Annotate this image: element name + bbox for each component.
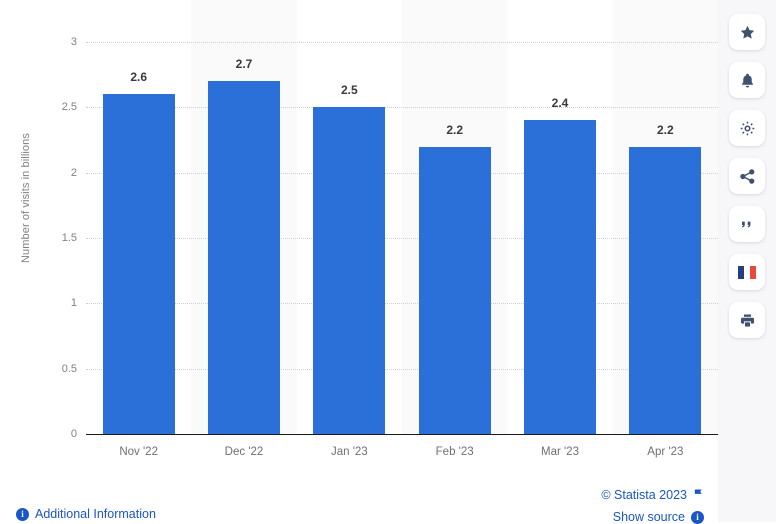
y-axis-tick-label: 0.5 xyxy=(61,362,77,375)
share-button[interactable] xyxy=(729,158,765,194)
bar-slot: 2.5 xyxy=(297,42,402,434)
plot-area: 0 0.5 1 1.5 2 2.5 3 2.6 2.7 2.5 2.2 2.4 2.2 Nov '22… xyxy=(62,0,718,458)
x-axis-tick-label: Dec '22 xyxy=(224,446,264,458)
y-axis-tick-label: 3 xyxy=(70,36,77,48)
x-axis-tick-label: Mar '23 xyxy=(540,446,579,458)
y-axis-tick-label: 1 xyxy=(70,297,77,310)
action-sidebar xyxy=(718,0,776,522)
share-icon xyxy=(739,168,756,185)
info-icon: i xyxy=(16,507,29,521)
bar[interactable] xyxy=(313,107,386,434)
bar[interactable] xyxy=(102,94,175,434)
bell-icon xyxy=(739,72,756,89)
copyright-label: © Statista 2023 xyxy=(601,488,687,502)
bar-slot: 2.7 xyxy=(191,42,296,434)
y-axis-tick-label: 1.5 xyxy=(61,232,77,244)
x-axis-tick-label: Feb '23 xyxy=(435,446,474,458)
bar-value-label: 2.2 xyxy=(656,122,674,137)
bar-value-label: 2.2 xyxy=(446,122,463,137)
citation-quote-button[interactable] xyxy=(729,206,765,242)
bar[interactable] xyxy=(418,146,491,434)
y-axis-tick-label: 2 xyxy=(70,166,77,179)
additional-information-label: Additional Information xyxy=(35,507,156,521)
quote-icon xyxy=(739,216,755,232)
x-axis-tick-label: Nov '22 xyxy=(119,446,158,458)
notification-bell-button[interactable] xyxy=(729,62,765,98)
x-axis-tick-label: Jan '23 xyxy=(330,446,368,458)
bar-value-label: 2.6 xyxy=(130,70,147,85)
chart-footer: i Additional Information © Statista 2023… xyxy=(0,470,718,524)
bar[interactable] xyxy=(207,81,281,434)
additional-information-link[interactable]: i Additional Information xyxy=(16,507,156,521)
bar-chart: Number of visits in billions 0 0.5 1 1.5 2 2.… xyxy=(0,0,718,470)
axis-baseline xyxy=(86,434,718,435)
y-axis-tick-label: 0 xyxy=(70,428,77,440)
bar[interactable] xyxy=(629,146,702,434)
bar-slot: 2.6 xyxy=(86,42,191,434)
bar-slot: 2.2 xyxy=(402,42,507,434)
printer-icon xyxy=(739,312,756,329)
bar-slot: 2.4 xyxy=(507,42,612,434)
y-axis-tick-label: 2.5 xyxy=(61,101,77,114)
x-axis-tick-label: Apr '23 xyxy=(647,446,684,458)
print-button[interactable] xyxy=(729,302,765,338)
french-flag-icon xyxy=(738,265,756,279)
star-icon xyxy=(739,24,756,41)
bar-slot: 2.2 xyxy=(613,42,718,434)
copyright: © Statista 2023 xyxy=(601,488,704,502)
flag-icon xyxy=(693,488,704,502)
bar-value-label: 2.5 xyxy=(340,83,358,98)
gear-icon xyxy=(739,120,756,137)
settings-gear-button[interactable] xyxy=(729,110,765,146)
favorite-star-button[interactable] xyxy=(729,14,765,50)
bar-value-label: 2.4 xyxy=(551,96,569,111)
language-french-flag-button[interactable] xyxy=(729,254,765,290)
bar[interactable] xyxy=(523,120,597,434)
chart-page: Number of visits in billions 0 0.5 1 1.5 2 2.… xyxy=(0,0,776,524)
y-axis-title: Number of visits in billions xyxy=(20,133,32,263)
bar-value-label: 2.7 xyxy=(235,57,253,72)
